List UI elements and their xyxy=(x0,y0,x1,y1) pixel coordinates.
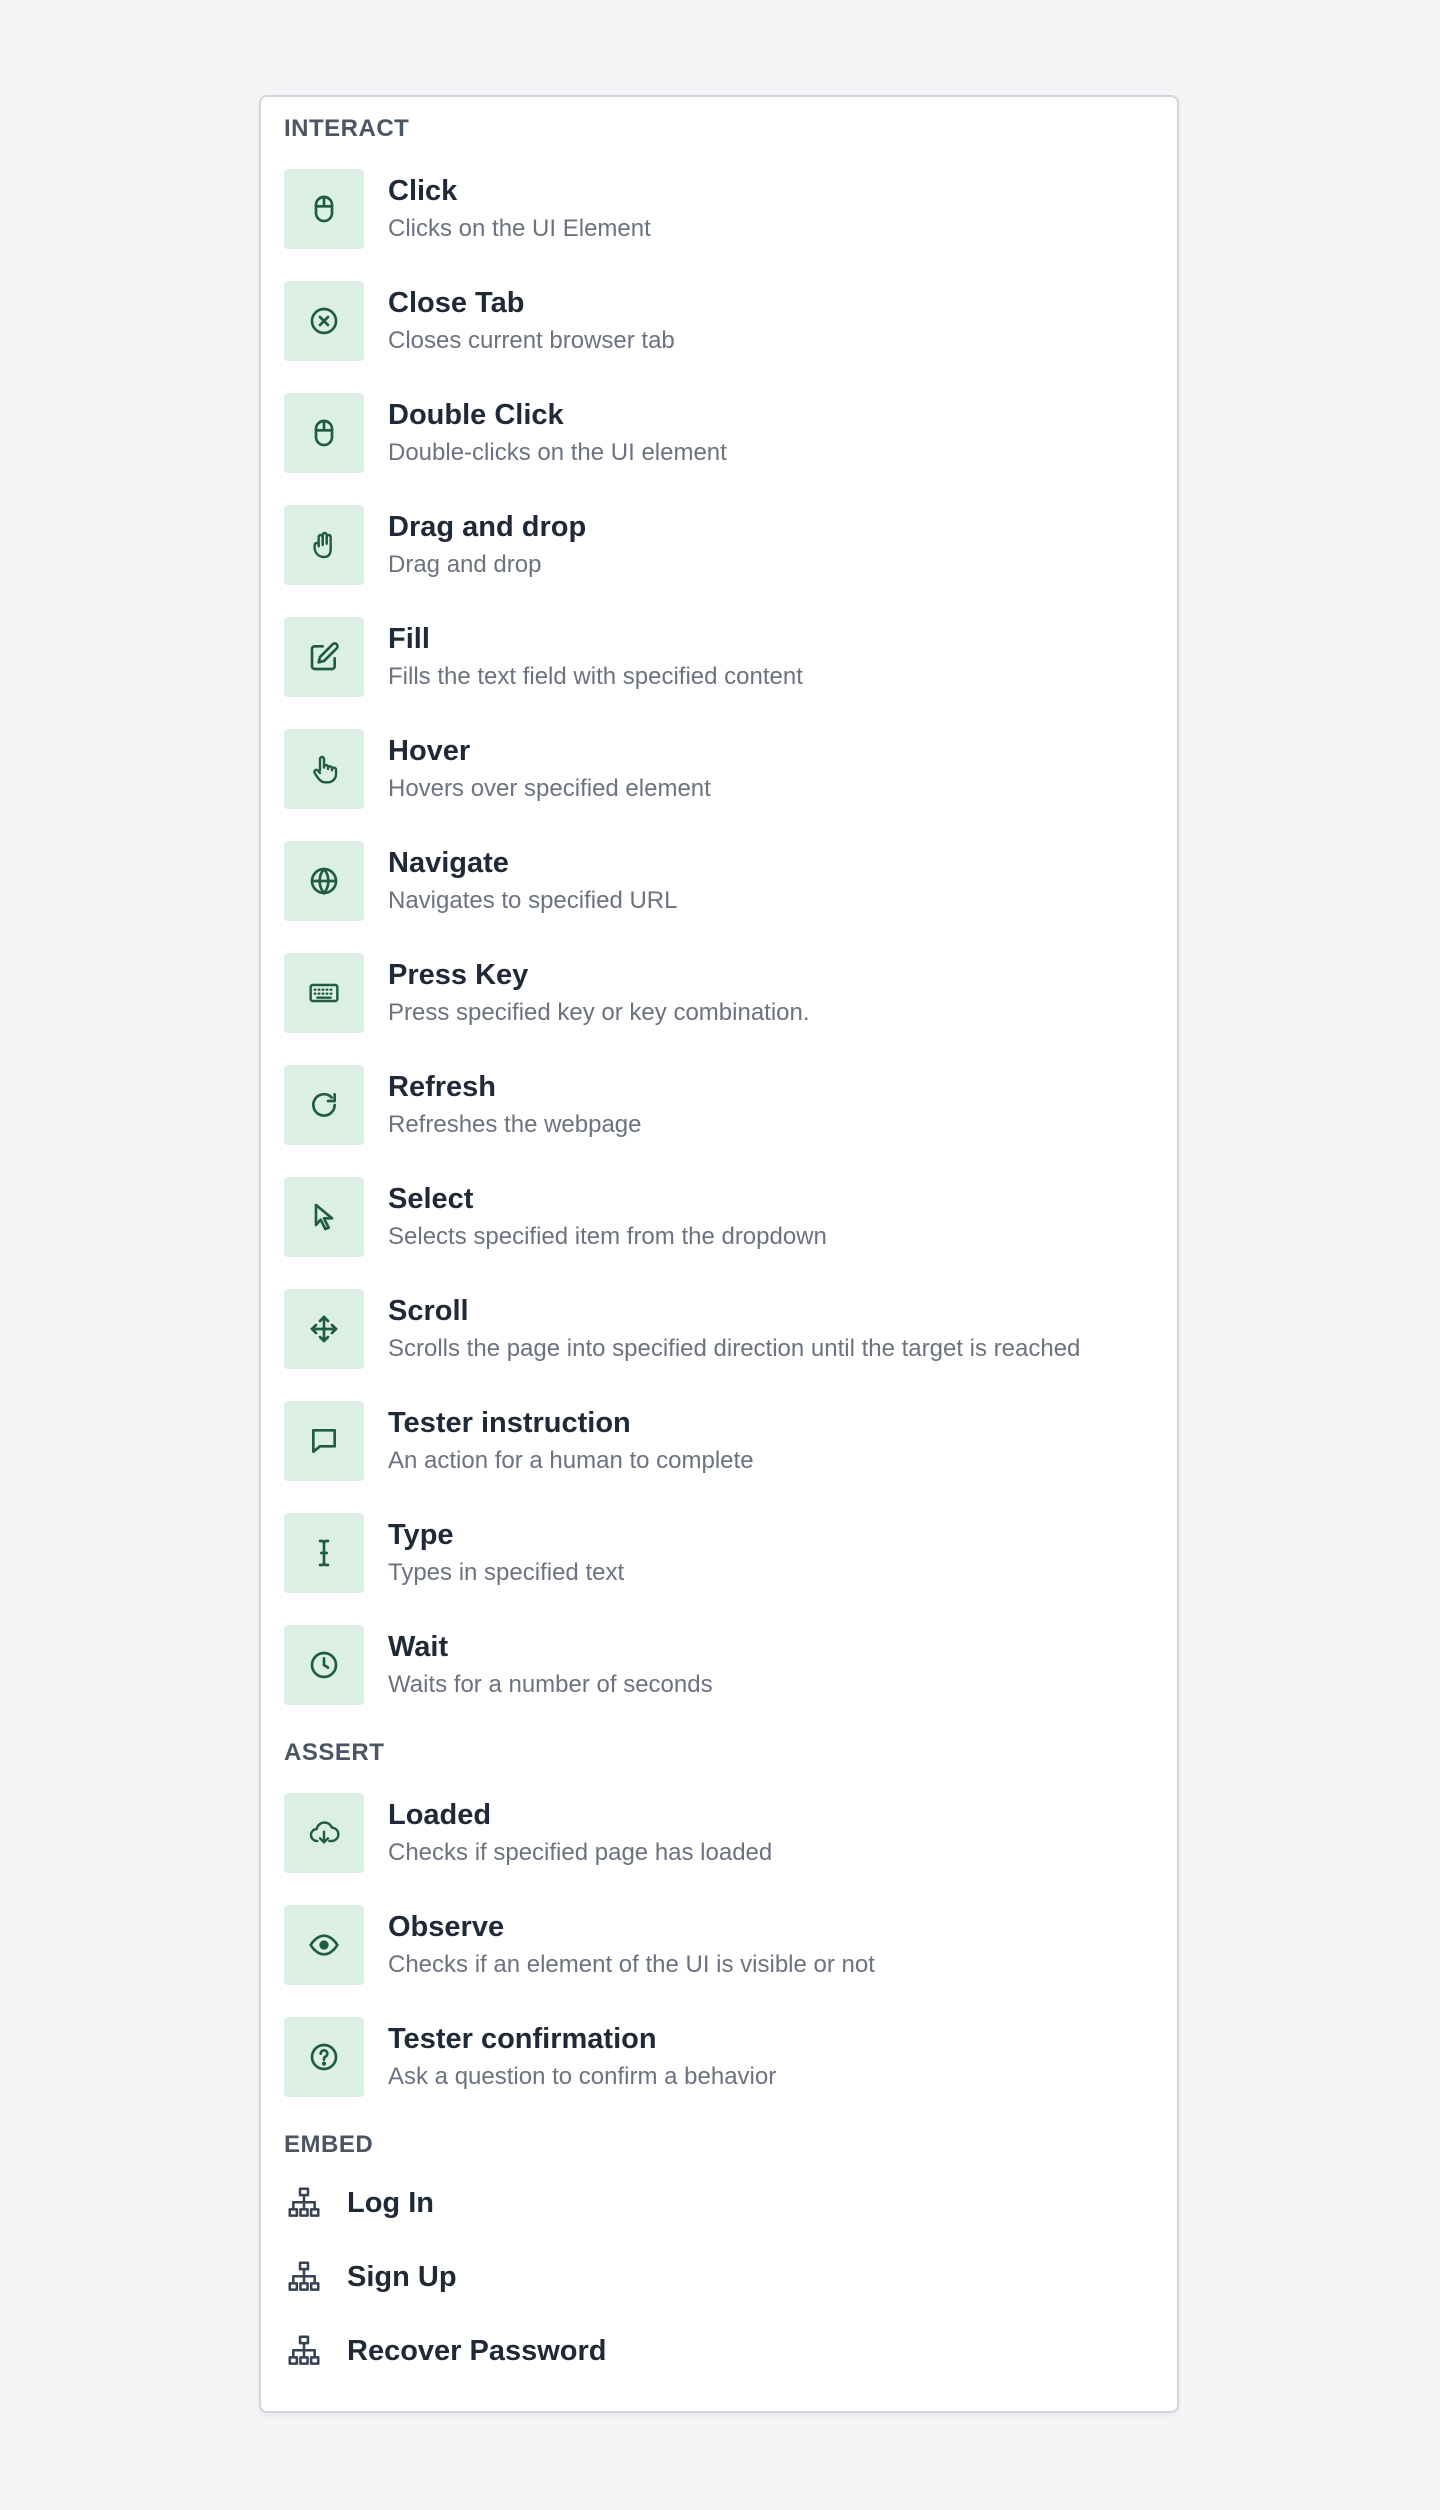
action-item-type[interactable]: Type Types in specified text xyxy=(284,1513,1154,1593)
action-title: Double Click xyxy=(388,399,564,431)
chat-icon xyxy=(284,1401,364,1481)
close-circle-icon xyxy=(284,281,364,361)
action-description: Refreshes the webpage xyxy=(388,1111,642,1138)
action-title: Drag and drop xyxy=(388,511,587,543)
action-description: Clicks on the UI Element xyxy=(388,215,651,242)
assert-list: Loaded Checks if specified page has load… xyxy=(284,1793,1154,2097)
refresh-icon xyxy=(284,1065,364,1145)
mouse-icon xyxy=(284,169,364,249)
sitemap-icon xyxy=(284,2183,324,2223)
action-description: Waits for a number of seconds xyxy=(388,1671,713,1698)
action-title: Navigate xyxy=(388,847,509,879)
pointer-hand-icon xyxy=(284,729,364,809)
action-description: An action for a human to complete xyxy=(388,1447,754,1474)
action-item-tester-confirmation[interactable]: Tester confirmation Ask a question to co… xyxy=(284,2017,1154,2097)
action-item-scroll[interactable]: Scroll Scrolls the page into specified d… xyxy=(284,1289,1154,1369)
embed-item-label: Sign Up xyxy=(347,2260,457,2293)
action-description: Selects specified item from the dropdown xyxy=(388,1223,827,1250)
action-title: Type xyxy=(388,1519,454,1551)
globe-icon xyxy=(284,841,364,921)
question-circle-icon xyxy=(284,2017,364,2097)
embed-item-recover-password[interactable]: Recover Password xyxy=(284,2327,1154,2375)
action-title: Select xyxy=(388,1183,474,1215)
action-title: Click xyxy=(388,175,458,207)
action-description: Ask a question to confirm a behavior xyxy=(388,2063,777,2090)
embed-list: Log In Sign Up Recover Password xyxy=(284,2179,1154,2375)
embed-item-label: Log In xyxy=(347,2186,434,2219)
action-title: Tester confirmation xyxy=(388,2023,657,2055)
action-title: Press Key xyxy=(388,959,529,991)
text-cursor-icon xyxy=(284,1513,364,1593)
cursor-icon xyxy=(284,1177,364,1257)
action-description: Checks if specified page has loaded xyxy=(388,1839,773,1866)
action-item-click[interactable]: Click Clicks on the UI Element xyxy=(284,169,1154,249)
action-item-tester-instruction[interactable]: Tester instruction An action for a human… xyxy=(284,1401,1154,1481)
mouse-icon xyxy=(284,393,364,473)
sitemap-icon xyxy=(284,2257,324,2297)
action-description: Scrolls the page into specified directio… xyxy=(388,1335,1081,1362)
hand-icon xyxy=(284,505,364,585)
embed-item-log-in[interactable]: Log In xyxy=(284,2179,1154,2227)
action-title: Loaded xyxy=(388,1799,492,1831)
action-description: Closes current browser tab xyxy=(388,327,675,354)
action-item-select[interactable]: Select Selects specified item from the d… xyxy=(284,1177,1154,1257)
action-item-wait[interactable]: Wait Waits for a number of seconds xyxy=(284,1625,1154,1705)
action-item-loaded[interactable]: Loaded Checks if specified page has load… xyxy=(284,1793,1154,1873)
action-title: Refresh xyxy=(388,1071,496,1103)
action-item-press-key[interactable]: Press Key Press specified key or key com… xyxy=(284,953,1154,1033)
action-description: Fills the text field with specified cont… xyxy=(388,663,803,690)
action-picker-panel: INTERACT Click Clicks on the UI Element … xyxy=(259,95,1179,2413)
cloud-download-icon xyxy=(284,1793,364,1873)
section-heading-interact: INTERACT xyxy=(284,115,410,142)
action-title: Wait xyxy=(388,1631,449,1663)
sitemap-icon xyxy=(284,2331,324,2371)
move-icon xyxy=(284,1289,364,1369)
action-item-fill[interactable]: Fill Fills the text field with specified… xyxy=(284,617,1154,697)
action-title: Observe xyxy=(388,1911,505,1943)
action-title: Hover xyxy=(388,735,471,767)
action-description: Hovers over specified element xyxy=(388,775,711,802)
embed-item-label: Recover Password xyxy=(347,2334,607,2367)
action-description: Checks if an element of the UI is visibl… xyxy=(388,1951,875,1978)
action-title: Close Tab xyxy=(388,287,525,319)
action-item-double-click[interactable]: Double Click Double-clicks on the UI ele… xyxy=(284,393,1154,473)
edit-icon xyxy=(284,617,364,697)
action-item-close-tab[interactable]: Close Tab Closes current browser tab xyxy=(284,281,1154,361)
action-item-drag-and-drop[interactable]: Drag and drop Drag and drop xyxy=(284,505,1154,585)
interact-list: Click Clicks on the UI Element Close Tab… xyxy=(284,169,1154,1705)
action-item-observe[interactable]: Observe Checks if an element of the UI i… xyxy=(284,1905,1154,1985)
action-description: Types in specified text xyxy=(388,1559,625,1586)
action-item-refresh[interactable]: Refresh Refreshes the webpage xyxy=(284,1065,1154,1145)
clock-icon xyxy=(284,1625,364,1705)
eye-icon xyxy=(284,1905,364,1985)
section-heading-embed: EMBED xyxy=(284,2131,374,2158)
action-item-navigate[interactable]: Navigate Navigates to specified URL xyxy=(284,841,1154,921)
section-heading-assert: ASSERT xyxy=(284,1739,385,1766)
action-description: Double-clicks on the UI element xyxy=(388,439,727,466)
action-title: Tester instruction xyxy=(388,1407,631,1439)
action-title: Scroll xyxy=(388,1295,469,1327)
action-item-hover[interactable]: Hover Hovers over specified element xyxy=(284,729,1154,809)
action-description: Navigates to specified URL xyxy=(388,887,678,914)
action-description: Press specified key or key combination. xyxy=(388,999,810,1026)
action-description: Drag and drop xyxy=(388,551,542,578)
embed-item-sign-up[interactable]: Sign Up xyxy=(284,2253,1154,2301)
action-title: Fill xyxy=(388,623,430,655)
keyboard-icon xyxy=(284,953,364,1033)
